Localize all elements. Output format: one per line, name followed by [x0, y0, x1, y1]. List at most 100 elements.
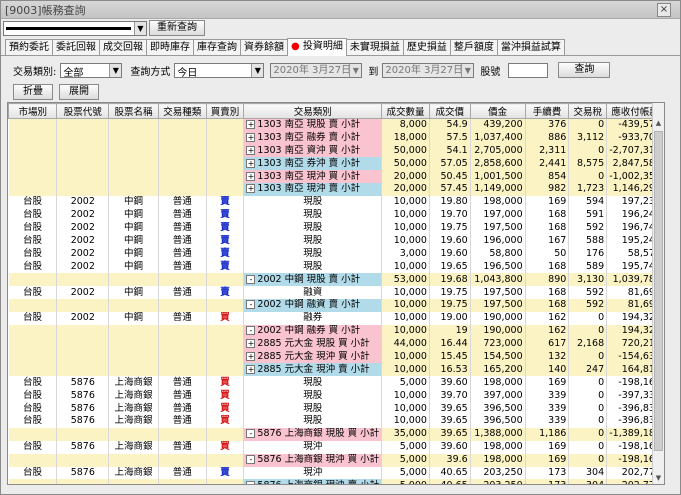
detail-row[interactable]: 台股 5876 上海商銀 普通買現股 5,000 39.60 198,000 169 0 -198…	[8, 376, 664, 390]
scroll-thumb[interactable]	[654, 131, 663, 451]
detail-row[interactable]: 台股 5876 上海商銀 普通賣現沖 5,000 40.65 203,250 173 304 20…	[8, 466, 664, 480]
subtotal-row[interactable]: +1303 南亞 現沖 賣 小計 20,000 57.45 1,149,000 982 1…	[8, 182, 664, 196]
empty-cell	[8, 182, 58, 196]
amount-cell: 203,250	[470, 466, 526, 480]
plus-box-icon[interactable]: +	[246, 120, 256, 130]
investment-detail-grid: 市場別 股票代號 股票名稱 交易種類 買賣別 交易類別 成交數量 成交價 價金 手續費 交易稅 應收付…	[7, 102, 665, 485]
subtotal-row[interactable]: +2885 元大金 現沖 買 小計 10,000 15.45 154,500 132 0-…	[8, 350, 664, 364]
detail-row[interactable]: 台股 2002 中鋼 普通賣現股 10,000 19.75 197,500 168 592 196…	[8, 221, 664, 235]
expand-button[interactable]: 展開	[59, 84, 99, 100]
trade-type-cell: 現股	[243, 208, 383, 222]
empty-cell	[206, 144, 245, 158]
calendar-dropdown-icon[interactable]: ▼	[349, 63, 362, 77]
detail-row[interactable]: 台股 5876 上海商銀 普通買現股 10,000 39.65 396,500 339 0 -39…	[8, 414, 664, 428]
fee-cell: 173	[525, 479, 570, 484]
plus-box-icon[interactable]: +	[246, 364, 256, 374]
tab-4[interactable]: 庫存查詢	[193, 39, 241, 55]
tab-7[interactable]: 未實現損益	[345, 39, 404, 55]
plus-box-icon[interactable]: +	[246, 171, 256, 181]
stock-code-input[interactable]	[508, 62, 549, 78]
empty-cell	[206, 350, 245, 364]
column-header[interactable]: 成交數量	[381, 103, 430, 119]
detail-row[interactable]: 台股 5876 上海商銀 普通買現股 10,000 39.65 396,500 339 0 -39…	[8, 402, 664, 415]
tab-5[interactable]: 資券餘額	[240, 39, 288, 55]
subtotal-row[interactable]: +1303 南亞 現沖 買 小計 20,000 50.45 1,001,500 854 0…	[8, 170, 664, 183]
vertical-scrollbar[interactable]: ▲ ▼	[652, 103, 664, 484]
minus-box-icon[interactable]: -	[246, 480, 256, 484]
subtotal-label: 1303 南亞 融券 賣 小計	[257, 131, 361, 143]
market-cell: 台股	[8, 414, 58, 428]
subtotal-row[interactable]: +2885 元大金 現股 買 小計 44,000 16.44 723,000 617 2,…	[8, 337, 664, 351]
scroll-down-icon[interactable]: ▼	[653, 472, 664, 484]
detail-row[interactable]: 台股 2002 中鋼 普通買融券 10,000 19.00 190,000 162 0 194,3…	[8, 311, 664, 325]
detail-row[interactable]: 台股 2002 中鋼 普通賣現股 10,000 19.60 196,000 167 588 195…	[8, 234, 664, 248]
query-method-select[interactable]: 今日 ▼	[174, 62, 265, 79]
subtotal-row[interactable]: -5876 上海商銀 現沖 買 小計 5,000 39.6 198,000 169 0 -1…	[8, 453, 664, 467]
column-header[interactable]: 股票名稱	[108, 103, 159, 119]
plus-box-icon[interactable]: +	[246, 184, 256, 194]
empty-cell	[158, 118, 207, 132]
subtotal-row[interactable]: -5876 上海商銀 現沖 賣 小計5,00040.65203,25017330…	[8, 479, 664, 484]
column-header[interactable]: 交易類別	[243, 103, 383, 119]
plus-box-icon[interactable]: +	[246, 158, 256, 168]
detail-row[interactable]: 台股 2002 中鋼 普通賣現股 10,000 19.65 196,500 168 589 195…	[8, 260, 664, 274]
plus-box-icon[interactable]: +	[246, 351, 256, 361]
subtotal-row[interactable]: +1303 南亞 現股 賣 小計 8,000 54.9 439,200 376 0 -439…	[8, 118, 664, 132]
close-icon[interactable]: ×	[657, 3, 671, 17]
detail-row[interactable]: 台股 2002 中鋼 普通賣現股 3,000 19.60 58,800 50 176 58,574	[8, 247, 664, 261]
minus-box-icon[interactable]: -	[246, 300, 256, 310]
empty-cell	[158, 324, 207, 338]
subtotal-row[interactable]: -5876 上海商銀 現股 買 小計 35,000 39.65 1,388,000 1,…	[8, 427, 664, 441]
minus-box-icon[interactable]: -	[246, 429, 256, 439]
detail-row[interactable]: 台股 5876 上海商銀 普通買現股 10,000 39.70 397,000 339 0 -39…	[8, 389, 664, 403]
detail-row[interactable]: 台股 2002 中鋼 普通賣現股 10,000 19.70 197,000 168 591 196…	[8, 208, 664, 222]
tab-1[interactable]: 委託回報	[52, 39, 100, 55]
column-header[interactable]: 市場別	[8, 103, 58, 119]
tab-8[interactable]: 歷史損益	[402, 39, 451, 55]
subtotal-row[interactable]: -2002 中鋼 融券 買 小計 10,000 19 190,000 162 0 194,3…	[8, 324, 664, 338]
market-cell: 台股	[8, 440, 58, 454]
detail-row[interactable]: 台股 2002 中鋼 普通賣現股 10,000 19.80 198,000 169 594 197…	[8, 195, 664, 209]
collapse-button[interactable]: 折疊	[13, 84, 53, 100]
stock-code-cell: 5876	[56, 440, 110, 454]
subtotal-row[interactable]: +1303 南亞 券沖 賣 小計 50,000 57.05 2,858,600 2,44…	[8, 157, 664, 171]
date-to-field[interactable]: 2020年 3月27日 ▼	[382, 62, 475, 78]
subtotal-row[interactable]: -2002 中鋼 融資 賣 小計 10,000 19.75 197,500 168 592…	[8, 298, 664, 312]
tab-10[interactable]: 當沖損益試算	[496, 39, 565, 55]
column-header[interactable]: 價金	[469, 103, 526, 119]
scroll-up-icon[interactable]: ▲	[653, 117, 664, 129]
tab-9[interactable]: 整戶額度	[449, 39, 498, 55]
detail-row[interactable]: 台股 5876 上海商銀 普通買現沖 5,000 39.60 198,000 169 0 -198…	[8, 440, 664, 454]
account-dropdown[interactable]: ▼	[3, 20, 147, 36]
side-value: 買	[220, 415, 230, 427]
plus-box-icon[interactable]: +	[246, 145, 256, 155]
trade-type-select[interactable]: 全部 ▼	[60, 62, 123, 79]
subtotal-row[interactable]: +1303 南亞 融券 賣 小計 18,000 57.5 1,037,400 886 3,…	[8, 131, 664, 145]
plus-box-icon[interactable]: +	[246, 132, 256, 142]
column-header[interactable]: 買賣別	[205, 103, 245, 119]
date-from-field[interactable]: 2020年 3月27日 ▼	[270, 62, 363, 78]
minus-box-icon[interactable]: -	[246, 326, 256, 336]
subtotal-row[interactable]: +1303 南亞 資沖 買 小計 50,000 54.1 2,705,000 2,311…	[8, 144, 664, 158]
minus-box-icon[interactable]: -	[246, 455, 256, 465]
subtotal-row[interactable]: -2002 中鋼 現股 賣 小計 53,000 19.68 1,043,800 890 3…	[8, 273, 664, 287]
column-header[interactable]: 成交價	[428, 103, 471, 119]
minus-box-icon[interactable]: -	[246, 274, 256, 284]
detail-row[interactable]: 台股 2002 中鋼 普通賣融資 10,000 19.75 197,500 168 592 81,…	[8, 286, 664, 299]
refresh-button[interactable]: 重新查詢	[149, 20, 205, 36]
column-header[interactable]: 交易種類	[157, 103, 207, 119]
column-header[interactable]: 股票代號	[56, 103, 110, 119]
calendar-dropdown-icon[interactable]: ▼	[461, 63, 474, 77]
query-button[interactable]: 查詢	[558, 62, 611, 78]
quantity-cell: 5,000	[381, 453, 430, 467]
column-header[interactable]: 手續費	[524, 103, 570, 119]
subtotal-label: 2002 中鋼 現股 賣 小計	[257, 273, 361, 285]
subtotal-row[interactable]: +2885 元大金 現沖 賣 小計 10,000 16.53 165,200 140 24…	[8, 363, 664, 377]
price-cell: 19.80	[429, 195, 471, 209]
column-header[interactable]: 交易稅	[568, 103, 608, 119]
tab-6[interactable]: ● 投資明細	[287, 38, 347, 56]
tab-2[interactable]: 成交回報	[99, 39, 147, 55]
tab-0[interactable]: 預約委託	[5, 39, 53, 55]
tab-3[interactable]: 即時庫存	[146, 39, 194, 55]
plus-box-icon[interactable]: +	[246, 339, 256, 349]
